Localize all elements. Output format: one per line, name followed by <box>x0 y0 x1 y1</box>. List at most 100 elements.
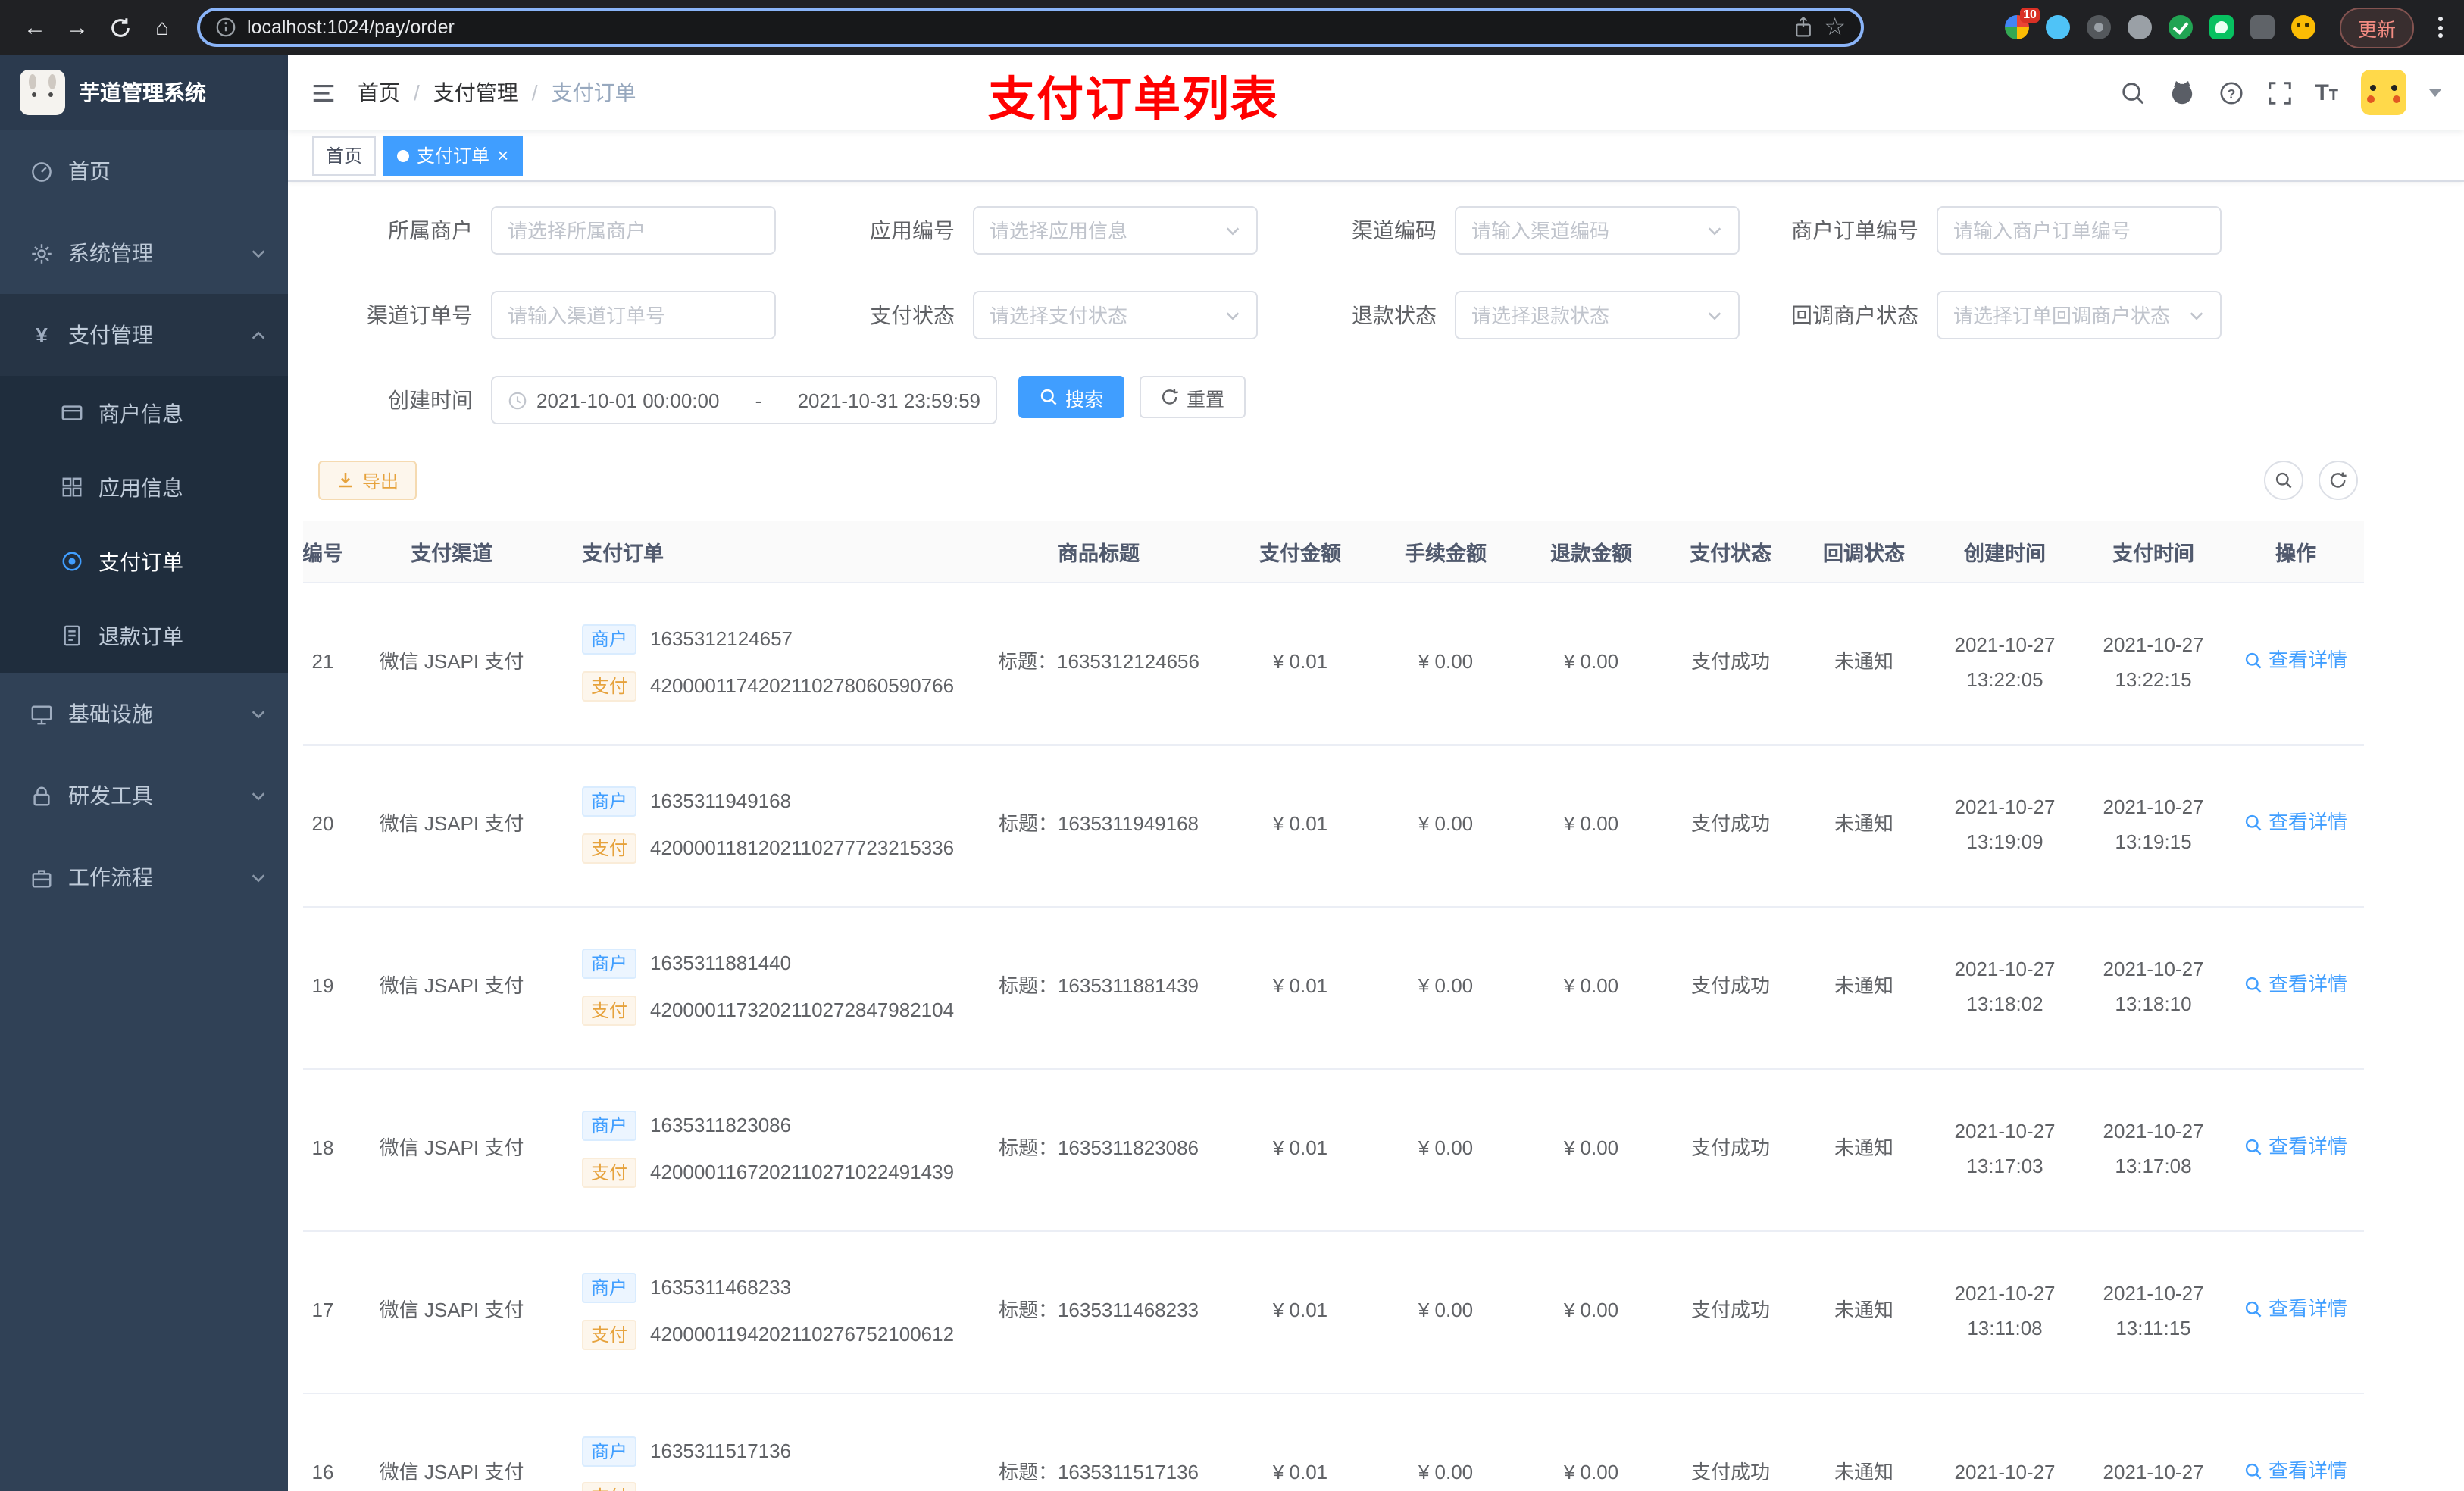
table-row[interactable]: 20 微信 JSAPI 支付 商户 1635311949168 支付 4200001… <box>303 744 2364 907</box>
sidebar-item-dev-tools[interactable]: 研发工具 <box>0 755 288 836</box>
extension-grey-icon[interactable] <box>2127 15 2152 39</box>
user-menu-caret-icon[interactable] <box>2429 89 2441 96</box>
extension-puzzle-icon[interactable] <box>2250 15 2275 39</box>
table-row[interactable]: 21 微信 JSAPI 支付 商户 1635312124657 支付 4200001… <box>303 582 2364 745</box>
view-detail-link[interactable]: 查看详情 <box>2244 1455 2347 1489</box>
site-info-icon[interactable] <box>215 17 236 38</box>
notify-status-select[interactable] <box>1937 291 2222 339</box>
user-avatar[interactable] <box>2361 70 2406 115</box>
channel-order-no-input[interactable] <box>508 304 759 327</box>
export-button[interactable]: 导出 <box>318 461 417 500</box>
cell-notify-status: 未通知 <box>1797 1230 1931 1393</box>
breadcrumb-pay-management[interactable]: 支付管理 <box>433 77 518 108</box>
browser-menu-icon[interactable] <box>2432 11 2449 44</box>
view-detail-link[interactable]: 查看详情 <box>2244 645 2347 678</box>
title-prefix: 标题： <box>997 650 1057 674</box>
create-time-range-picker[interactable]: 2021-10-01 00:00:00 - 2021-10-31 23:59:5… <box>491 376 997 424</box>
reload-icon[interactable] <box>100 8 139 47</box>
toggle-search-button[interactable] <box>2264 461 2303 500</box>
view-detail-link[interactable]: 查看详情 <box>2244 807 2347 840</box>
forward-icon[interactable]: → <box>58 8 97 47</box>
download-icon <box>339 473 352 488</box>
channel-pay-no: 4200001167202110271022491439 <box>650 1161 955 1183</box>
table-row[interactable]: 19 微信 JSAPI 支付 商户 1635311881440 支付 4200001… <box>303 906 2364 1069</box>
view-detail-label: 查看详情 <box>2268 811 2347 834</box>
pay-status-input[interactable] <box>990 304 1215 327</box>
table-row[interactable]: 16 微信 JSAPI 支付 商户1635311517136 支付 标题：163… <box>303 1393 2364 1491</box>
merchant-order-no: 1635312124657 <box>650 627 793 650</box>
fullscreen-icon[interactable] <box>2266 80 2292 105</box>
sidebar-item-merchant-info[interactable]: 商户信息 <box>0 376 288 450</box>
cell-notify-status: 未通知 <box>1797 1068 1931 1231</box>
cell-fee-amount: ¥ 0.00 <box>1373 744 1518 907</box>
sidebar-item-system[interactable]: 系统管理 <box>0 212 288 294</box>
cell-pay-order: 商户 1635311949168 支付 4200001181202110277723… <box>530 744 970 907</box>
refund-status-input[interactable] <box>1471 304 1697 327</box>
view-detail-link[interactable]: 查看详情 <box>2244 1131 2347 1164</box>
table-row[interactable]: 18 微信 JSAPI 支付 商户 1635311823086 支付 4200001… <box>303 1068 2364 1231</box>
table-row[interactable]: 17 微信 JSAPI 支付 商户 1635311468233 支付 4200001… <box>303 1230 2364 1393</box>
extension-face-icon[interactable] <box>2290 15 2315 39</box>
cell-actions: 查看详情 <box>2228 1393 2364 1491</box>
merchant-field[interactable] <box>491 206 776 255</box>
share-icon[interactable] <box>1792 17 1813 38</box>
tag-pay-order[interactable]: 支付订单 × <box>383 136 523 175</box>
back-icon[interactable]: ← <box>15 8 55 47</box>
merchant-input[interactable] <box>508 219 759 242</box>
breadcrumb-home[interactable]: 首页 <box>358 77 400 108</box>
refund-status-label: 退款状态 <box>1352 303 1437 327</box>
merchant-order-no-field[interactable] <box>1937 206 2222 255</box>
magnifier-icon <box>2245 815 2262 832</box>
refresh-table-button[interactable] <box>2319 461 2358 500</box>
search-icon[interactable] <box>2119 80 2145 105</box>
view-detail-link[interactable]: 查看详情 <box>2244 1293 2347 1327</box>
title-value: 1635311468233 <box>1057 1299 1199 1322</box>
channel-code-select[interactable] <box>1455 206 1740 255</box>
sidebar-item-home[interactable]: 首页 <box>0 130 288 212</box>
extension-grid-icon[interactable]: 10 <box>2004 8 2040 39</box>
help-icon[interactable]: ? <box>2218 80 2244 105</box>
chevron-down-icon <box>252 792 265 800</box>
sidebar: 芋道管理系统 首页 系统管理 ¥ 支付管理 商户信息 应用信息 支付订单 退款订… <box>0 55 288 1491</box>
extension-dark-icon[interactable] <box>2086 15 2111 39</box>
hamburger-icon[interactable] <box>311 80 336 105</box>
column-header-pay-order: 支付订单 <box>530 521 970 583</box>
channel-order-no-field[interactable] <box>491 291 776 339</box>
chevron-down-icon <box>252 874 265 882</box>
title-value: 1635312124656 <box>1057 650 1199 674</box>
bookmark-star-icon[interactable]: ☆ <box>1824 12 1846 42</box>
home-icon[interactable]: ⌂ <box>142 8 182 47</box>
sidebar-item-infra[interactable]: 基础设施 <box>0 673 288 755</box>
sidebar-item-app-info[interactable]: 应用信息 <box>0 450 288 524</box>
sidebar-item-refund-order[interactable]: 退款订单 <box>0 599 288 673</box>
extension-check-icon[interactable] <box>2168 15 2193 39</box>
sidebar-item-payment[interactable]: ¥ 支付管理 <box>0 294 288 376</box>
search-button[interactable]: 搜索 <box>1018 376 1125 418</box>
font-size-icon[interactable]: TT <box>2315 80 2338 105</box>
sidebar-item-pay-order[interactable]: 支付订单 <box>0 524 288 599</box>
refund-status-select[interactable] <box>1455 291 1740 339</box>
view-detail-link[interactable]: 查看详情 <box>2244 969 2347 1002</box>
extension-chat-icon[interactable] <box>2209 15 2234 39</box>
merchant-order-no-input[interactable] <box>1953 219 2205 242</box>
cell-refund-amount: ¥ 0.00 <box>1518 1068 1664 1231</box>
app-select-input[interactable] <box>990 219 1215 242</box>
pay-status-select[interactable] <box>973 291 1258 339</box>
channel-code-input[interactable] <box>1471 219 1697 242</box>
sidebar-item-workflow[interactable]: 工作流程 <box>0 836 288 918</box>
close-icon[interactable]: × <box>497 145 508 165</box>
cell-create-time: 2021-10-27 13:18:02 <box>1931 906 2079 1069</box>
app-select[interactable] <box>973 206 1258 255</box>
github-icon[interactable] <box>2168 79 2195 106</box>
notify-status-input[interactable] <box>1953 304 2179 327</box>
column-header-notify-status: 回调状态 <box>1797 521 1931 583</box>
pay-badge: 支付 <box>582 671 637 702</box>
channel-code-label: 渠道编码 <box>1352 218 1437 242</box>
address-bar[interactable]: localhost:1024/pay/order ☆ <box>197 8 1864 47</box>
tag-home[interactable]: 首页 <box>312 136 377 175</box>
reset-button[interactable]: 重置 <box>1140 376 1246 418</box>
browser-update-button[interactable]: 更新 <box>2339 7 2414 48</box>
extension-drop-icon[interactable] <box>2045 15 2070 39</box>
view-detail-label: 查看详情 <box>2268 1135 2347 1158</box>
cell-pay-status: 支付成功 <box>1664 1068 1797 1231</box>
